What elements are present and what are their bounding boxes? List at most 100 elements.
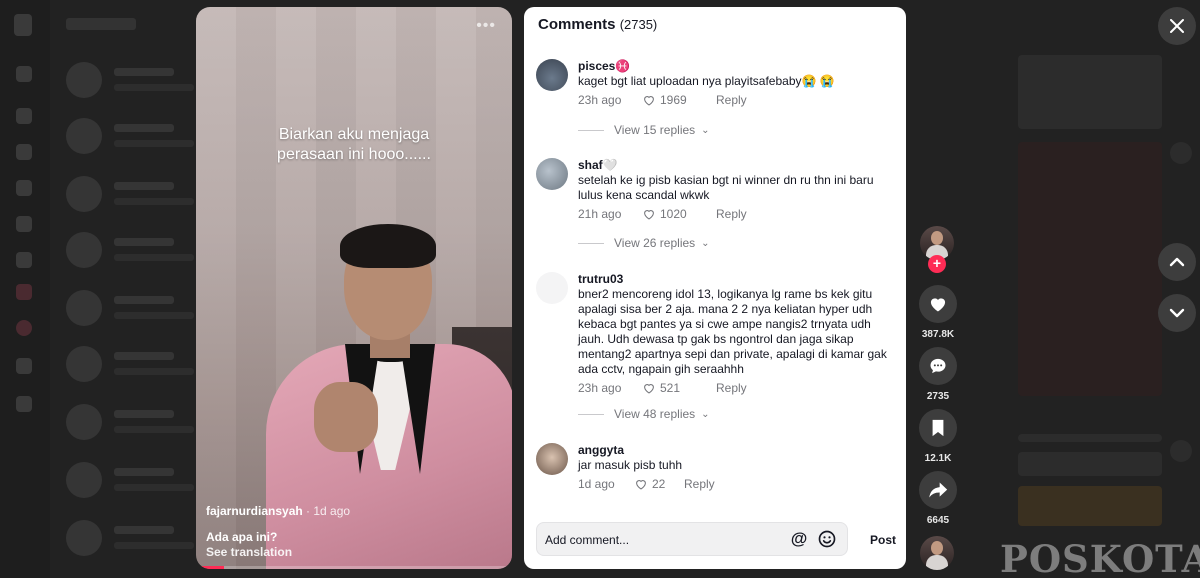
reply-button[interactable]: Reply	[716, 381, 747, 395]
follow-button[interactable]: +	[928, 255, 946, 273]
see-translation-link[interactable]: See translation	[206, 545, 350, 559]
overlay-line-2: perasaan ini hooo......	[277, 146, 431, 163]
comment-input-box: @	[536, 522, 848, 556]
view-replies-label: View 48 replies	[614, 407, 696, 421]
next-video-button[interactable]	[1158, 294, 1196, 332]
video-caption: Ada apa ini?	[206, 530, 278, 544]
heart-icon	[930, 298, 946, 312]
comment-like-button[interactable]: 1020	[642, 207, 702, 221]
nav-icon	[16, 144, 32, 160]
comment-time: 21h ago	[578, 207, 622, 221]
post-button[interactable]: Post	[870, 533, 896, 547]
background-list-item	[66, 62, 196, 104]
background-thumbnail	[1018, 486, 1162, 526]
nav-icon	[16, 396, 32, 412]
poskota-watermark: POSKOTA	[1000, 537, 1200, 578]
heart-outline-icon	[644, 96, 654, 106]
share-button[interactable]	[919, 471, 957, 509]
background-list-item	[66, 290, 196, 332]
comment-text: jar masuk pisb tuhh	[578, 458, 683, 472]
avatar[interactable]	[536, 272, 568, 304]
nav-icon	[16, 252, 32, 268]
nav-icon	[16, 358, 32, 374]
nav-icon	[16, 66, 32, 82]
background-list-item	[66, 118, 196, 160]
comment-username[interactable]: pisces♓	[578, 59, 898, 74]
reply-button[interactable]: Reply	[684, 477, 715, 491]
video-progress-bar[interactable]	[196, 566, 512, 569]
comment-input[interactable]	[545, 531, 775, 549]
music-disc-avatar[interactable]	[920, 536, 954, 570]
close-button[interactable]	[1158, 7, 1196, 45]
previous-video-button[interactable]	[1158, 243, 1196, 281]
more-options-icon[interactable]: •••	[476, 17, 496, 35]
comment-text: bner2 mencoreng idol 13, logikanya lg ra…	[578, 287, 887, 376]
video-posted-time: 1d ago	[313, 504, 351, 518]
background-thumbnail	[1018, 142, 1162, 396]
background-list-item	[66, 232, 196, 274]
heart-outline-icon	[636, 480, 646, 490]
nav-icon	[16, 284, 32, 300]
comment-meta: 1d ago 22 Reply	[578, 476, 898, 492]
comment-meta: 21h ago 1020 Reply	[578, 206, 898, 222]
background-thumbnail	[1018, 434, 1162, 442]
comment-like-button[interactable]: 22	[634, 477, 684, 491]
reply-button[interactable]: Reply	[716, 93, 747, 107]
nav-icon	[16, 320, 32, 336]
comment-bubble-icon	[930, 358, 946, 374]
comment-meta: 23h ago 521 Reply	[578, 380, 898, 396]
bookmark-icon	[932, 419, 944, 437]
comments-header: Comments (2735)	[538, 16, 657, 33]
comment-like-button[interactable]: 521	[642, 381, 702, 395]
reply-button[interactable]: Reply	[716, 207, 747, 221]
background-list-item	[66, 462, 196, 504]
view-replies-button[interactable]: View 15 replies ⌄	[578, 123, 710, 137]
chevron-down-icon: ⌄	[701, 237, 710, 249]
heart-outline-icon	[644, 384, 654, 394]
background-list-item	[66, 346, 196, 388]
like-button[interactable]	[919, 285, 957, 323]
comment-time: 1d ago	[578, 477, 615, 491]
background-title	[66, 18, 136, 30]
mention-icon[interactable]: @	[789, 529, 809, 549]
comment-meta: 23h ago 1969 Reply	[578, 92, 898, 108]
save-button[interactable]	[919, 409, 957, 447]
avatar[interactable]	[536, 59, 568, 91]
avatar[interactable]	[536, 158, 568, 190]
background-thumbnail	[1018, 55, 1162, 129]
background-sidebar	[0, 0, 50, 578]
comment-username[interactable]: anggyta	[578, 443, 898, 458]
comments-count: (2735)	[619, 17, 658, 32]
video-author[interactable]: fajarnurdiansyah	[206, 504, 303, 518]
comment-like-button[interactable]: 1969	[642, 93, 702, 107]
video-overlay-text: Biarkan aku menjaga perasaan ini hooo...…	[196, 125, 512, 165]
comment-time: 23h ago	[578, 381, 622, 395]
nav-icon	[16, 180, 32, 196]
emoji-icon[interactable]	[817, 529, 837, 549]
video-progress-fill	[196, 566, 225, 569]
chevron-down-icon: ⌄	[701, 124, 710, 136]
like-count: 387.8K	[921, 329, 955, 340]
comment-button[interactable]	[919, 347, 957, 385]
chevron-up-icon	[1169, 257, 1185, 267]
comment-like-count: 521	[660, 381, 681, 395]
comment-username[interactable]: shaf🤍	[578, 158, 898, 173]
view-replies-label: View 15 replies	[614, 123, 696, 137]
chevron-down-icon	[1169, 308, 1185, 318]
comment-text: kaget bgt liat uploadan nya playitsafeba…	[578, 74, 835, 88]
video-player[interactable]: Biarkan aku menjaga perasaan ini hooo...…	[196, 7, 512, 569]
comment-like-count: 1969	[660, 93, 687, 107]
close-icon	[1170, 19, 1184, 33]
comments-title: Comments	[538, 16, 616, 33]
nav-icon	[16, 216, 32, 232]
comment-text: setelah ke ig pisb kasian bgt ni winner …	[578, 173, 874, 202]
comment-username[interactable]: trutru03	[578, 272, 898, 287]
background-thumbnail	[1018, 452, 1162, 476]
share-arrow-icon	[929, 482, 948, 498]
view-replies-button[interactable]: View 48 replies ⌄	[578, 407, 710, 421]
background-avatar	[1170, 440, 1192, 462]
view-replies-button[interactable]: View 26 replies ⌄	[578, 236, 710, 250]
avatar[interactable]	[536, 443, 568, 475]
share-count: 6645	[926, 515, 950, 526]
background-list-item	[66, 176, 196, 218]
